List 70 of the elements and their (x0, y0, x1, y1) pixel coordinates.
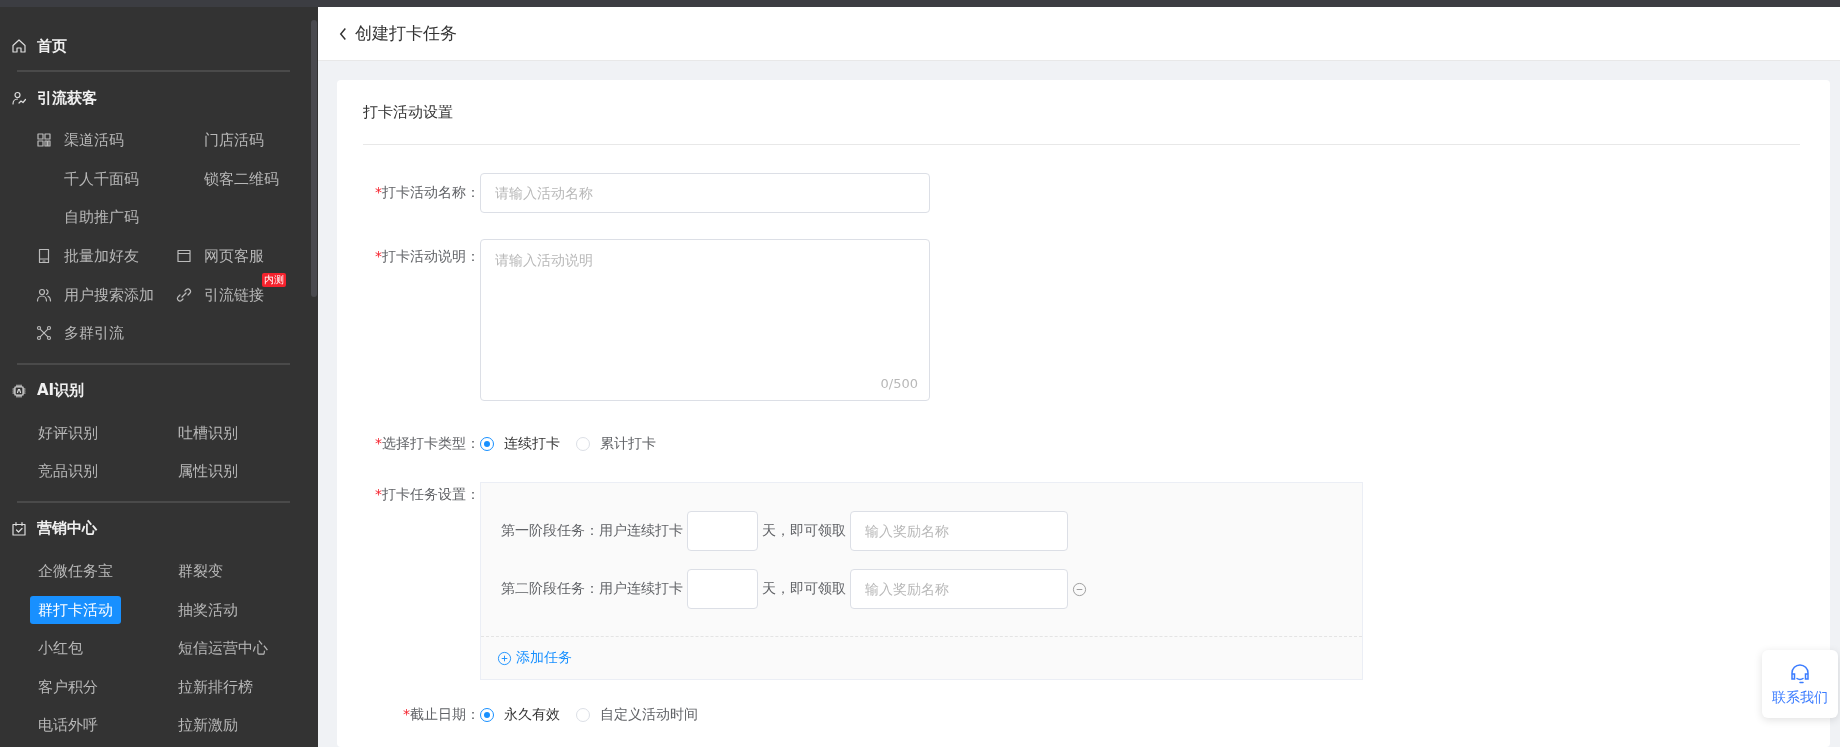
radio-button[interactable] (480, 437, 494, 451)
radio-label[interactable]: 连续打卡 (504, 435, 560, 453)
radio-button[interactable] (480, 708, 494, 722)
required-mark: * (375, 486, 382, 502)
tablet-icon (36, 248, 52, 265)
scrollbar[interactable] (311, 20, 317, 297)
menu-item[interactable]: 自助推广码 (56, 203, 147, 232)
home-icon (11, 38, 27, 54)
beta-badge: 内测 (262, 272, 286, 287)
menu-item[interactable]: 拉新激励 (170, 711, 246, 740)
days-input[interactable] (687, 569, 758, 609)
required-mark: * (375, 248, 382, 264)
menu-item[interactable]: 吐槽识别 (170, 418, 246, 447)
headset-icon (1788, 661, 1812, 686)
menu-item[interactable]: 企微任务宝 (30, 557, 121, 586)
menu-item[interactable]: 属性识别 (170, 457, 246, 486)
menu-item[interactable]: 小红包 (30, 634, 91, 663)
activity-name-input[interactable]: 请输入活动名称 (480, 173, 930, 213)
menu-item[interactable]: 网页客服 (196, 242, 272, 271)
grid-icon (36, 132, 52, 149)
menu-item[interactable]: 短信运营中心 (170, 634, 276, 663)
add-icon (497, 650, 512, 666)
required-mark: * (375, 435, 382, 451)
field-label: 打卡活动名称： (382, 184, 480, 200)
menu-item[interactable]: 多群引流 (56, 319, 132, 348)
menu-item[interactable]: 好评识别 (30, 418, 106, 447)
menu-item[interactable]: 千人千面码 (56, 164, 147, 193)
users-icon (36, 286, 52, 303)
stage-label: 第二阶段任务：用户连续打卡 (501, 580, 683, 598)
menu-item[interactable]: 电话外呼 (30, 711, 106, 740)
calendar-check-icon (11, 520, 27, 537)
section-title: 打卡活动设置 (363, 101, 454, 123)
menu-item[interactable]: 竞品识别 (30, 457, 106, 486)
field-label: 截止日期： (410, 706, 480, 722)
user-chart-icon (11, 90, 27, 106)
menu-item[interactable]: 用户搜索添加 (56, 280, 162, 309)
menu-item[interactable]: 门店活码 (196, 126, 272, 155)
field-label: 打卡活动说明： (382, 248, 480, 264)
menu-group-title[interactable]: AI识别 (37, 381, 85, 401)
chip-icon (11, 382, 27, 399)
menu-item[interactable]: 渠道活码 (56, 126, 132, 155)
nodes-icon (36, 325, 52, 342)
field-label: 选择打卡类型： (382, 435, 480, 451)
menu-group-title[interactable]: 引流获客 (37, 88, 97, 108)
stage-label: 第一阶段任务：用户连续打卡 (501, 522, 683, 540)
radio-label[interactable]: 累计打卡 (600, 435, 656, 453)
reward-name-input[interactable]: 输入奖励名称 (850, 511, 1068, 551)
remove-icon[interactable] (1072, 581, 1087, 597)
menu-item[interactable]: 群裂变 (170, 557, 231, 586)
menu-item[interactable]: 抽奖活动 (170, 595, 246, 624)
page-title: 创建打卡任务 (355, 22, 457, 45)
days-input[interactable] (687, 511, 758, 551)
required-mark: * (403, 706, 410, 722)
menu-group-title[interactable]: 首页 (37, 36, 67, 56)
menu-group-title[interactable]: 营销中心 (37, 519, 97, 539)
field-label: 打卡任务设置： (382, 486, 480, 502)
link-icon (176, 286, 192, 303)
stage-label: 天，即可领取 (762, 580, 846, 598)
contact-button[interactable]: 联系我们 (1762, 650, 1838, 718)
radio-label[interactable]: 永久有效 (504, 706, 560, 724)
menu-item[interactable]: 客户积分 (30, 672, 106, 701)
radio-label[interactable]: 自定义活动时间 (600, 706, 698, 724)
reward-name-input[interactable]: 输入奖励名称 (850, 569, 1068, 609)
menu-item[interactable]: 批量加好友 (56, 242, 147, 271)
menu-item[interactable]: 锁客二维码 (196, 164, 287, 193)
stage-label: 天，即可领取 (762, 522, 846, 540)
required-mark: * (375, 184, 382, 200)
menu-item[interactable]: 拉新排行榜 (170, 672, 261, 701)
window-icon (176, 248, 192, 265)
character-counter: 0/500 (880, 376, 918, 391)
